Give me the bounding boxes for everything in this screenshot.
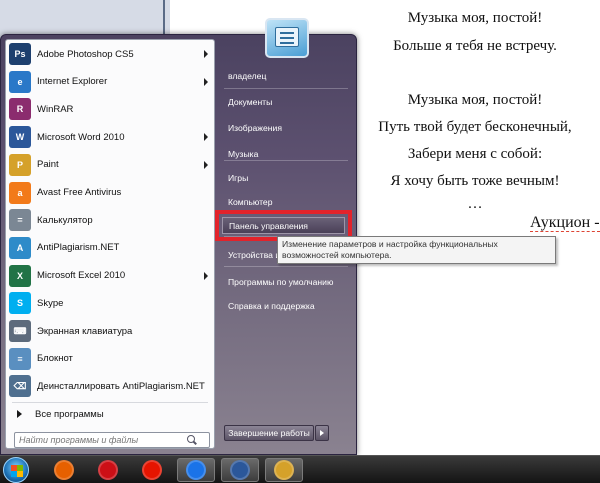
- program-label: Калькулятор: [37, 214, 93, 226]
- winrar-icon: R: [9, 98, 31, 121]
- taskbar-app[interactable]: [177, 458, 215, 482]
- right-item-label: Музыка: [228, 149, 259, 159]
- program-label: Paint: [37, 159, 59, 171]
- calculator-icon: =: [9, 209, 31, 232]
- submenu-arrow-icon: [204, 50, 208, 58]
- start-button[interactable]: [3, 457, 29, 483]
- program-label: WinRAR: [37, 103, 74, 115]
- doc-line: Музыка моя, постой!: [407, 92, 543, 108]
- program-item[interactable]: e Internet Explorer: [6, 68, 214, 96]
- submenu-arrow-icon: [204, 271, 208, 280]
- uninstall-icon: ⌫: [9, 375, 31, 398]
- program-item[interactable]: P Paint: [6, 151, 214, 179]
- separator: [224, 88, 348, 89]
- document-text: Музыка моя, постой! Больше я тебя не вст…: [360, 0, 600, 455]
- doc-line: Больше я тебя не встречу.: [393, 38, 557, 54]
- right-item-label: Изображения: [228, 123, 283, 133]
- program-label: Деинсталлировать AntiPlagiarism.NET: [37, 380, 205, 392]
- program-label: Avast Free Antivirus: [37, 187, 122, 198]
- program-label: Microsoft Word 2010: [37, 131, 125, 143]
- program-label: Блокнот: [37, 353, 73, 365]
- doc-line: …: [467, 196, 483, 212]
- program-item[interactable]: W Microsoft Word 2010: [6, 123, 214, 151]
- program-item[interactable]: ⌫ Деинсталлировать AntiPlagiarism.NET: [6, 372, 214, 400]
- yandex-browser-icon: [142, 460, 162, 480]
- right-item-label: Документы: [228, 97, 273, 107]
- program-item[interactable]: ⌨ Экранная клавиатура: [6, 317, 214, 345]
- all-programs-label: Все программы: [35, 408, 104, 420]
- avast-icon: a: [9, 181, 31, 204]
- right-item[interactable]: Программы по умолчанию: [224, 270, 350, 294]
- program-label: Microsoft Excel 2010: [37, 270, 126, 282]
- programs-pane: Ps Adobe Photoshop CS5 e Internet Explorer R…: [5, 39, 215, 449]
- right-item[interactable]: Игры: [224, 166, 350, 190]
- taskbar-app[interactable]: [133, 458, 171, 482]
- internet-explorer-icon: e: [9, 70, 31, 93]
- tooltip: Изменение параметров и настройка функцио…: [277, 236, 556, 264]
- doc-line: Путь твой будет бесконечный,: [378, 119, 572, 135]
- program-label: Экранная клавиатура: [37, 325, 133, 337]
- word-icon: [230, 460, 250, 480]
- program-label: Internet Explorer: [37, 76, 108, 88]
- program-item[interactable]: Ps Adobe Photoshop CS5: [6, 40, 214, 68]
- program-item[interactable]: X Microsoft Excel 2010: [6, 262, 214, 290]
- antiplagiarism-icon: A: [9, 236, 31, 259]
- separator: [224, 266, 348, 267]
- right-item[interactable]: Изображения: [224, 116, 350, 140]
- submenu-arrow-icon: [204, 133, 208, 142]
- excel-icon: X: [9, 264, 31, 287]
- submenu-arrow-icon: [204, 77, 208, 86]
- right-item[interactable]: Справка и поддержка: [224, 294, 350, 318]
- taskbar: [0, 455, 600, 483]
- on-screen-keyboard-icon: ⌨: [9, 320, 31, 342]
- program-item[interactable]: = Калькулятор: [6, 206, 214, 234]
- skype-icon: S: [9, 292, 31, 315]
- taskbar-app[interactable]: [45, 458, 83, 482]
- right-item-label: Справка и поддержка: [228, 301, 315, 311]
- right-item-control-panel[interactable]: Панель управления: [222, 217, 345, 234]
- control-panel-icon: [275, 27, 299, 47]
- spellcheck-underline: [530, 230, 600, 232]
- paint-icon: [274, 460, 294, 480]
- user-picture[interactable]: [265, 18, 309, 58]
- firefox-icon: [54, 460, 74, 480]
- right-item-label: владелец: [228, 71, 267, 81]
- program-item[interactable]: ≡ Блокнот: [6, 345, 214, 373]
- photoshop-icon: Ps: [9, 43, 31, 65]
- shutdown-options-button[interactable]: [315, 425, 329, 441]
- word-icon: W: [9, 126, 31, 149]
- right-item-label: Панель управления: [229, 221, 308, 231]
- chrome-icon: [186, 460, 206, 480]
- search-input[interactable]: [15, 433, 185, 447]
- program-item[interactable]: A AntiPlagiarism.NET: [6, 234, 214, 262]
- program-item[interactable]: R WinRAR: [6, 95, 214, 123]
- right-item-label: Игры: [228, 173, 249, 183]
- search-box[interactable]: [14, 432, 210, 448]
- notepad-icon: ≡: [9, 347, 31, 370]
- separator: [224, 160, 348, 161]
- program-label: Adobe Photoshop CS5: [37, 48, 134, 60]
- right-item[interactable]: владелец: [224, 64, 350, 88]
- program-item[interactable]: S Skype: [6, 289, 214, 317]
- triangle-right-icon: [17, 410, 22, 418]
- taskbar-app[interactable]: [89, 458, 127, 482]
- doc-line: Забери меня с собой:: [407, 146, 543, 162]
- doc-line: Музыка моя, постой!: [407, 10, 543, 26]
- shutdown-button[interactable]: Завершение работы: [224, 425, 314, 441]
- paint-icon: P: [9, 153, 31, 176]
- right-item[interactable]: Документы: [224, 90, 350, 114]
- right-item-label: Программы по умолчанию: [228, 277, 334, 287]
- right-item[interactable]: Музыка: [224, 142, 350, 166]
- taskbar-app[interactable]: [265, 458, 303, 482]
- submenu-arrow-icon: [204, 160, 208, 169]
- opera-icon: [98, 460, 118, 480]
- all-programs-button[interactable]: Все программы: [6, 403, 214, 425]
- program-item[interactable]: a Avast Free Antivirus: [6, 179, 214, 207]
- search-icon[interactable]: [185, 433, 199, 447]
- program-label: AntiPlagiarism.NET: [37, 242, 120, 254]
- doc-line: Я хочу быть тоже вечным!: [390, 173, 560, 189]
- taskbar-app[interactable]: [221, 458, 259, 482]
- right-item-label: Компьютер: [228, 197, 273, 207]
- program-label: Skype: [37, 297, 64, 309]
